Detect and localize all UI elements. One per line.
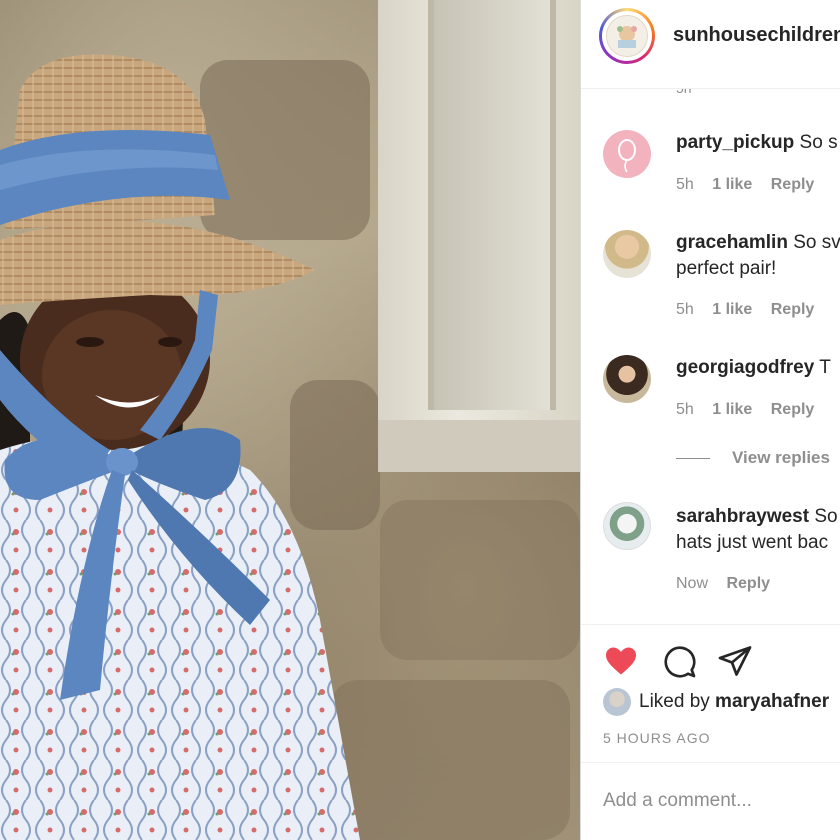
user-photo-avatar[interactable]: [603, 355, 651, 403]
comment-text-line2: perfect pair!: [676, 258, 777, 279]
reply-button[interactable]: Reply: [726, 575, 770, 592]
comment-meta: Now Reply: [676, 575, 784, 593]
add-comment-bar: [581, 762, 840, 840]
comment-icon[interactable]: [661, 643, 697, 679]
story-ring[interactable]: [599, 8, 655, 64]
comment-text: So: [814, 506, 838, 527]
comment-likes[interactable]: 1 like: [712, 401, 752, 418]
comment-text: So s: [799, 132, 838, 153]
post-time: 5 HOURS AGO: [603, 730, 711, 746]
heart-icon[interactable]: [603, 643, 639, 679]
comment-text-line2: hats just went bac: [676, 532, 829, 553]
comments-panel: sunhousechildren 5h party_pickup So s 5h…: [580, 0, 840, 840]
comment-username[interactable]: sarahbraywest: [676, 506, 809, 527]
comment-likes[interactable]: 1 like: [712, 176, 752, 193]
comment-text: So sv: [793, 232, 840, 253]
view-replies-button[interactable]: View replies: [676, 448, 830, 468]
reply-button[interactable]: Reply: [771, 176, 815, 193]
comment-text: T: [819, 357, 831, 378]
comment-meta: 5h 1 like Reply: [676, 176, 828, 194]
liked-by: Liked by maryahafner: [603, 688, 829, 716]
post-header: sunhousechildren: [581, 0, 840, 89]
comment-meta: 5h 1 like Reply: [676, 401, 828, 419]
comment-time: Now: [676, 575, 709, 592]
liked-by-prefix: Liked by: [639, 691, 716, 713]
comment-username[interactable]: georgiagodfrey: [676, 357, 814, 378]
liker-avatar: [603, 688, 631, 716]
liked-by-user[interactable]: maryahafner: [715, 691, 829, 712]
comment-username[interactable]: party_pickup: [676, 132, 794, 153]
comment-time: 5h: [676, 301, 694, 318]
user-photo-avatar[interactable]: [603, 230, 651, 278]
comment-meta: 5h 1 like Reply: [676, 301, 828, 319]
reply-button[interactable]: Reply: [771, 401, 815, 418]
view-replies-label: View replies: [732, 448, 830, 467]
view-replies-line: [676, 458, 710, 460]
post-actions: [581, 624, 840, 678]
balloon-avatar[interactable]: [603, 130, 651, 178]
post-photo[interactable]: [0, 0, 580, 840]
sunhouse-logo-icon: [606, 15, 648, 57]
paper-plane-icon[interactable]: [717, 643, 753, 679]
comment-username[interactable]: gracehamlin: [676, 232, 788, 253]
comment-time: 5h: [676, 176, 694, 193]
reply-button[interactable]: Reply: [771, 301, 815, 318]
post-username[interactable]: sunhousechildren: [673, 24, 840, 47]
comment-time: 5h: [676, 401, 694, 418]
user-photo-avatar[interactable]: [603, 502, 651, 550]
comment-likes[interactable]: 1 like: [712, 301, 752, 318]
add-comment-input[interactable]: [601, 789, 835, 813]
child-in-hat-illustration: [0, 54, 360, 840]
